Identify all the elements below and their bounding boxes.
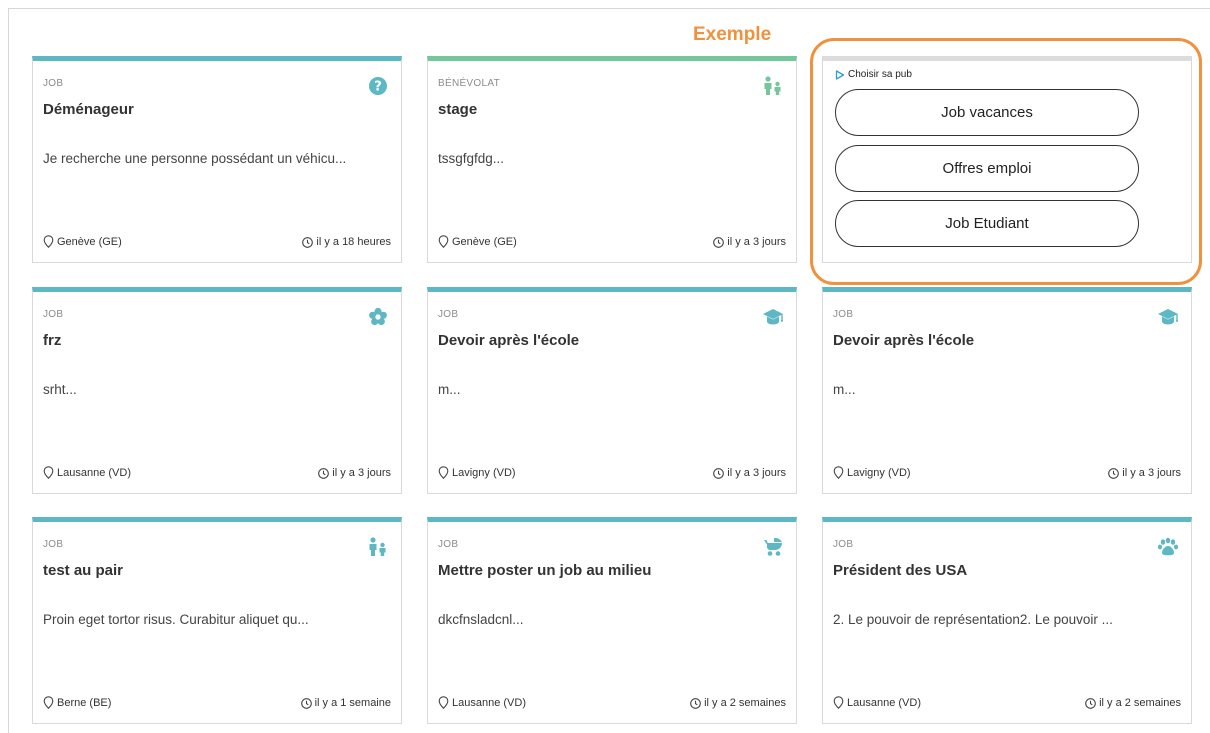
job-location-text: Genève (GE) [57, 235, 122, 248]
job-location: Lavigny (VD) [438, 466, 516, 479]
flower-icon [367, 306, 389, 328]
job-type: JOB [438, 309, 459, 320]
clock-icon [713, 467, 725, 479]
job-description: 2. Le pouvoir de représentation2. Le pou… [833, 612, 1113, 627]
job-posted-time-text: il y a 3 jours [1122, 467, 1181, 479]
job-title[interactable]: Président des USA [833, 562, 967, 579]
job-posted-time-text: il y a 1 semaine [314, 697, 391, 709]
job-posted-time-text: il y a 2 semaines [704, 697, 786, 709]
job-posted-time-text: il y a 18 heures [316, 236, 391, 248]
job-location: Berne (BE) [43, 696, 111, 709]
page-border-left [8, 8, 9, 733]
job-title[interactable]: Devoir après l'école [833, 332, 974, 349]
question-circle-icon: ? [367, 75, 389, 97]
job-posted-time: il y a 3 jours [713, 467, 786, 479]
job-card[interactable]: JOB test au pair Proin eget tortor risus… [32, 517, 402, 724]
job-posted-time: il y a 1 semaine [300, 697, 391, 709]
job-location: Lausanne (VD) [438, 696, 526, 709]
ad-slot: Choisir sa pub Job vacances Offres emplo… [822, 56, 1192, 263]
ad-button-offres-emploi[interactable]: Offres emploi [835, 145, 1139, 192]
job-type: JOB [43, 309, 64, 320]
job-card[interactable]: JOB Mettre poster un job au milieu dkcfn… [427, 517, 797, 724]
clock-icon [713, 236, 725, 248]
clock-icon [302, 236, 314, 248]
clock-icon [318, 467, 330, 479]
job-card[interactable]: JOB Président des USA 2. Le pouvoir de r… [822, 517, 1192, 724]
job-type: JOB [43, 539, 64, 550]
job-title[interactable]: Mettre poster un job au milieu [438, 562, 651, 579]
job-title[interactable]: test au pair [43, 562, 123, 579]
job-card[interactable]: BÉNÉVOLAT stage tssgfgfdg... Genève (GE)… [427, 56, 797, 263]
job-type: JOB [438, 539, 459, 550]
clock-icon [300, 697, 312, 709]
job-posted-time: il y a 2 semaines [690, 697, 786, 709]
job-description: srht... [43, 382, 77, 397]
job-location-text: Berne (BE) [57, 696, 112, 709]
job-posted-time: il y a 18 heures [302, 236, 391, 248]
location-pin-icon [438, 466, 449, 479]
paw-icon [1157, 536, 1179, 558]
job-title[interactable]: Devoir après l'école [438, 332, 579, 349]
job-card[interactable]: JOB Devoir après l'école m... Lavigny (V… [822, 287, 1192, 494]
ad-button-job-etudiant[interactable]: Job Etudiant [835, 200, 1139, 247]
job-location-text: Genève (GE) [452, 235, 517, 248]
job-posted-time-text: il y a 3 jours [332, 467, 391, 479]
svg-text:?: ? [374, 80, 382, 95]
job-description: Je recherche une personne possédant un v… [43, 151, 347, 166]
parent-child-icon [762, 75, 784, 97]
ad-button-job-vacances[interactable]: Job vacances [835, 89, 1139, 136]
clock-icon [1108, 467, 1120, 479]
location-pin-icon [833, 696, 844, 709]
job-location-text: Lausanne (VD) [847, 696, 921, 709]
job-posted-time: il y a 3 jours [1108, 467, 1181, 479]
job-location: Genève (GE) [43, 235, 122, 248]
job-card[interactable]: JOB frz srht... Lausanne (VD) il y a 3 j… [32, 287, 402, 494]
ad-choices-label: Choisir sa pub [848, 69, 912, 80]
location-pin-icon [833, 466, 844, 479]
job-location: Lavigny (VD) [833, 466, 911, 479]
clock-icon [1085, 697, 1096, 709]
job-title[interactable]: stage [438, 101, 477, 118]
job-type: JOB [43, 78, 64, 89]
ad-choices[interactable]: Choisir sa pub [835, 69, 912, 80]
job-location: Genève (GE) [438, 235, 517, 248]
job-location: Lausanne (VD) [833, 696, 921, 709]
job-location: Lausanne (VD) [43, 466, 131, 479]
ad-choices-icon [835, 69, 845, 80]
job-description: dkcfnsladcnl... [438, 612, 524, 627]
job-type: JOB [833, 309, 854, 320]
job-description: m... [438, 382, 461, 397]
job-location-text: Lausanne (VD) [57, 466, 131, 479]
page-border-top [8, 8, 1210, 9]
job-posted-time: il y a 3 jours [713, 236, 786, 248]
location-pin-icon [43, 235, 54, 248]
job-posted-time: il y a 3 jours [318, 467, 391, 479]
job-location-text: Lavigny (VD) [847, 466, 911, 479]
graduation-cap-icon [1157, 306, 1179, 328]
parent-child-icon [367, 536, 389, 558]
job-title[interactable]: Déménageur [43, 101, 134, 118]
job-card[interactable]: JOB Devoir après l'école m... Lavigny (V… [427, 287, 797, 494]
job-description: tssgfgfdg... [438, 151, 505, 166]
job-posted-time-text: il y a 3 jours [727, 467, 786, 479]
job-location-text: Lavigny (VD) [452, 466, 516, 479]
job-posted-time-text: il y a 3 jours [727, 236, 786, 248]
job-title[interactable]: frz [43, 332, 61, 349]
example-annotation-label: Exemple [693, 24, 772, 45]
location-pin-icon [43, 696, 54, 709]
job-posted-time-text: il y a 2 semaines [1099, 697, 1181, 709]
location-pin-icon [438, 235, 449, 248]
clock-icon [690, 697, 701, 709]
job-card[interactable]: JOB ? Déménageur Je recherche une person… [32, 56, 402, 263]
job-posted-time: il y a 2 semaines [1085, 697, 1181, 709]
graduation-cap-icon [762, 306, 784, 328]
location-pin-icon [438, 696, 449, 709]
location-pin-icon [43, 466, 54, 479]
job-description: Proin eget tortor risus. Curabitur aliqu… [43, 612, 309, 627]
job-description: m... [833, 382, 856, 397]
job-type: BÉNÉVOLAT [438, 78, 500, 89]
job-type: JOB [833, 539, 854, 550]
baby-stroller-icon [762, 536, 784, 558]
job-location-text: Lausanne (VD) [452, 696, 526, 709]
